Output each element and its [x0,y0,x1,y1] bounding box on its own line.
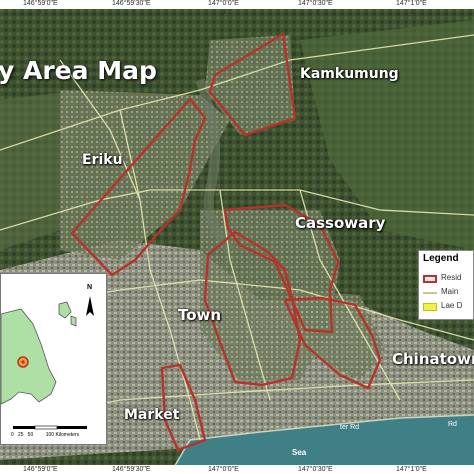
legend-item: Resid [423,273,474,285]
legend-item: Main [423,287,474,299]
inset-locator-map[interactable]: N 0 25 50 100 Kilometers [0,273,107,445]
road-line-swatch-icon [423,292,437,294]
road-label: Rd [448,421,457,428]
road-label: ter Rd [340,424,360,431]
lae-district-swatch-icon [423,303,437,311]
place-label-market[interactable]: Market [124,407,179,423]
map-title: y Area Map [0,56,157,85]
north-label: N [87,284,93,291]
sea-label: Sea [292,448,307,457]
coordinate-label-top: 147°1'0"E [396,0,427,7]
coordinate-label-bottom: 147°1'0"E [396,466,427,473]
scale-bar-label: 0 25 50 100 Kilometers [11,432,80,438]
coordinate-label-top: 146°59'0"E [23,0,58,7]
legend-label: Lae D [441,301,463,310]
legend-panel: Legend Resid Main Lae D [418,250,474,320]
legend-label: Resid [441,273,462,282]
place-label-chinatown[interactable]: Chinatown [392,350,474,368]
location-marker-dot [21,360,25,364]
scale-bar-segment [34,425,58,430]
coordinate-label-top: 147°0'0"E [208,0,239,7]
residential-swatch-icon [423,275,437,283]
place-label-cassowary[interactable]: Cassowary [295,214,385,232]
coordinate-label-bottom: 146°59'0"E [23,466,58,473]
inset-map-graphic [1,274,106,444]
scale-bar-segment [57,426,87,429]
coordinate-label-top: 146°59'30"E [112,0,151,7]
place-label-town[interactable]: Town [178,306,221,324]
legend-item: Lae D [423,301,474,313]
map-stage: 146°59'0"E 146°59'30"E 147°0'0"E 147°0'3… [0,0,474,474]
inset-island-shape [70,315,77,327]
coordinate-label-bottom: 147°0'0"E [208,466,239,473]
coordinate-label-bottom: 147°0'30"E [298,466,333,473]
coordinate-label-bottom: 146°59'30"E [112,466,151,473]
place-label-kamkumung[interactable]: Kamkumung [300,66,399,82]
scale-bar-segment [13,426,35,429]
legend-title: Legend [423,253,459,264]
place-label-eriku[interactable]: Eriku [82,152,123,168]
coordinate-label-top: 147°0'30"E [298,0,333,7]
legend-label: Main [441,287,459,296]
